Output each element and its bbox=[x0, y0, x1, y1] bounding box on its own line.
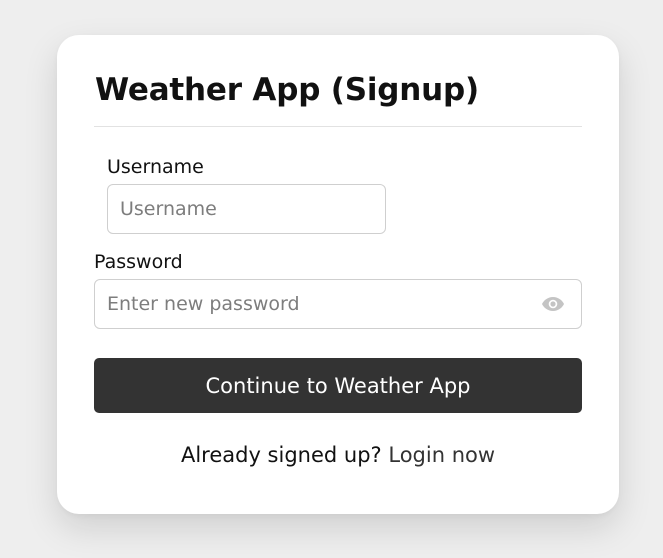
continue-button[interactable]: Continue to Weather App bbox=[94, 358, 582, 413]
username-input[interactable] bbox=[107, 184, 386, 234]
login-prompt: Already signed up? Login now bbox=[57, 441, 619, 469]
page-title: Weather App (Signup) bbox=[95, 72, 479, 108]
password-field-group bbox=[94, 279, 582, 329]
username-label: Username bbox=[107, 156, 204, 178]
title-divider bbox=[94, 126, 582, 127]
eye-icon-glyph bbox=[542, 297, 564, 311]
password-label: Password bbox=[94, 251, 183, 273]
eye-icon[interactable] bbox=[540, 293, 566, 315]
login-link[interactable]: Login now bbox=[388, 443, 495, 467]
login-prompt-text: Already signed up? bbox=[180, 443, 382, 467]
signup-card: Weather App (Signup) Username Password C… bbox=[57, 35, 619, 514]
password-input[interactable] bbox=[94, 279, 582, 329]
